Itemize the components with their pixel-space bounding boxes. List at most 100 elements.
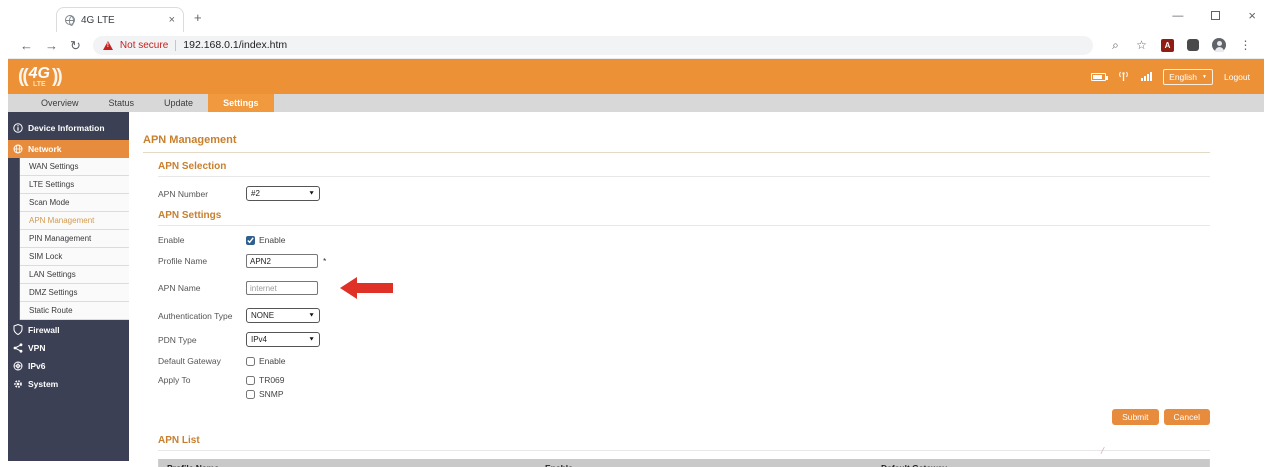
sidebar-item-system[interactable]: System bbox=[8, 375, 129, 393]
chevron-down-icon: ▼ bbox=[308, 336, 315, 343]
sidebar-item-ipv6[interactable]: IPv6 bbox=[8, 357, 129, 375]
bookmark-star-icon[interactable]: ☆ bbox=[1135, 38, 1148, 52]
signal-bars-icon bbox=[1141, 72, 1153, 81]
logout-button[interactable]: Logout bbox=[1224, 72, 1250, 82]
section-divider bbox=[158, 176, 1210, 177]
toolbar-icons: ⌕ ☆ A ⋮ bbox=[1109, 38, 1252, 52]
logo-arc-right: )) bbox=[52, 65, 63, 87]
chevron-down-icon: ▼ bbox=[308, 312, 315, 319]
app-header: (( 4G LTE )) English ▼ Logout bbox=[8, 59, 1264, 94]
chevron-down-icon: ▼ bbox=[308, 190, 315, 197]
shield-icon bbox=[13, 324, 23, 335]
submit-button[interactable]: Submit bbox=[1112, 409, 1159, 425]
tab-title: 4G LTE bbox=[81, 14, 115, 26]
network-icon bbox=[13, 144, 23, 154]
browser-toolbar: ← → ↻ ! Not secure 192.168.0.1/index.htm… bbox=[8, 32, 1264, 59]
sidebar-item-vpn[interactable]: VPN bbox=[8, 339, 129, 357]
forward-icon[interactable]: → bbox=[45, 39, 58, 52]
minimize-button[interactable]: — bbox=[1172, 10, 1183, 22]
pdn-type-label: PDN Type bbox=[158, 334, 197, 345]
not-secure-label[interactable]: Not secure bbox=[120, 40, 168, 51]
tab-overview[interactable]: Overview bbox=[26, 94, 94, 112]
apn-number-label: APN Number bbox=[158, 188, 209, 199]
apn-name-input[interactable] bbox=[246, 281, 318, 295]
sidebar-item-firewall[interactable]: Firewall bbox=[8, 320, 129, 339]
apply-to-snmp-checkbox[interactable] bbox=[246, 389, 255, 399]
col-profile-name: Profile Name bbox=[159, 459, 537, 467]
apn-settings-section: APN Settings Enable Enable Profile Name … bbox=[158, 210, 1210, 399]
close-window-button[interactable]: × bbox=[1248, 8, 1256, 23]
tab-close-icon[interactable]: × bbox=[169, 14, 175, 26]
enable-checkbox[interactable] bbox=[246, 235, 255, 245]
profile-name-input[interactable] bbox=[246, 254, 318, 268]
pdf-extension-icon[interactable]: A bbox=[1161, 38, 1174, 52]
default-gateway-checkbox[interactable] bbox=[246, 356, 255, 366]
apply-to-tr069-checkbox[interactable] bbox=[246, 375, 255, 385]
browser-menu-icon[interactable]: ⋮ bbox=[1239, 38, 1252, 52]
tab-settings[interactable]: Settings bbox=[208, 94, 274, 112]
address-bar[interactable]: ! Not secure 192.168.0.1/index.htm bbox=[92, 35, 1093, 55]
tab-update[interactable]: Update bbox=[149, 94, 208, 112]
sidebar-item-lte-settings[interactable]: LTE Settings bbox=[20, 176, 129, 194]
reload-icon[interactable]: ↻ bbox=[70, 39, 81, 52]
sidebar-item-sim-lock[interactable]: SIM Lock bbox=[20, 248, 129, 266]
url-text[interactable]: 192.168.0.1/index.htm bbox=[183, 39, 287, 51]
gear-icon bbox=[14, 380, 22, 388]
main-content: APN Management APN Selection APN Number … bbox=[129, 112, 1264, 467]
browser-tabstrip: 4G LTE × + — × bbox=[8, 3, 1264, 32]
sidebar-item-scan-mode[interactable]: Scan Mode bbox=[20, 194, 129, 212]
info-icon bbox=[13, 123, 23, 133]
language-select[interactable]: English ▼ bbox=[1163, 68, 1213, 85]
apn-name-label: APN Name bbox=[158, 283, 201, 293]
tab-status[interactable]: Status bbox=[94, 94, 150, 112]
extensions-icon[interactable] bbox=[1187, 39, 1199, 51]
antenna-icon bbox=[1119, 71, 1128, 81]
profile-name-label: Profile Name bbox=[158, 256, 208, 266]
default-gateway-checkbox-label: Enable bbox=[259, 356, 286, 366]
window-controls: — × bbox=[1172, 8, 1256, 23]
sidebar-item-network[interactable]: Network bbox=[8, 140, 129, 158]
section-divider bbox=[158, 450, 1210, 451]
new-tab-button[interactable]: + bbox=[194, 10, 202, 25]
apn-selection-heading: APN Selection bbox=[158, 161, 227, 172]
logo-lte: LTE bbox=[32, 80, 46, 88]
sidebar-item-pin-management[interactable]: PIN Management bbox=[20, 230, 129, 248]
required-asterisk: * bbox=[323, 256, 327, 266]
authentication-type-select[interactable]: NONE ▼ bbox=[246, 308, 320, 323]
browser-window: 4G LTE × + — × ← → ↻ ! Not secure 192.16… bbox=[8, 3, 1264, 467]
default-gateway-label: Default Gateway bbox=[158, 356, 221, 366]
screenshot-root: 4G LTE × + — × ← → ↻ ! Not secure 192.16… bbox=[0, 0, 1272, 467]
url-separator bbox=[175, 39, 177, 51]
form-buttons: Submit Cancel bbox=[143, 409, 1210, 425]
sidebar-item-dmz-settings[interactable]: DMZ Settings bbox=[20, 284, 129, 302]
sidebar-item-static-route[interactable]: Static Route bbox=[20, 302, 129, 320]
profile-avatar[interactable] bbox=[1212, 38, 1226, 52]
battery-icon bbox=[1091, 72, 1109, 81]
pdn-type-select[interactable]: IPv4 ▼ bbox=[246, 332, 320, 347]
apn-list-table: Profile Name Enable Default Gateway APN1… bbox=[158, 459, 1210, 467]
language-value: English bbox=[1169, 71, 1198, 82]
red-pointer-arrow bbox=[340, 277, 393, 299]
favicon-globe-icon bbox=[65, 15, 75, 26]
share-nodes-icon bbox=[13, 343, 23, 353]
cancel-button[interactable]: Cancel bbox=[1163, 409, 1210, 425]
apn-number-select[interactable]: #2 ▼ bbox=[246, 186, 320, 201]
browser-tab[interactable]: 4G LTE × bbox=[56, 7, 184, 32]
apn-settings-heading: APN Settings bbox=[158, 210, 222, 221]
sidebar-item-device-information[interactable]: Device Information bbox=[8, 119, 129, 137]
apn-list-heading: APN List bbox=[158, 435, 200, 446]
sidebar-item-lan-settings[interactable]: LAN Settings bbox=[20, 266, 129, 284]
not-secure-warning-icon: ! bbox=[102, 40, 113, 50]
maximize-button[interactable] bbox=[1211, 11, 1221, 20]
back-icon[interactable]: ← bbox=[20, 39, 33, 52]
zoom-icon[interactable]: ⌕ bbox=[1109, 38, 1122, 52]
sidebar: Device Information Network WAN Settings … bbox=[8, 112, 129, 461]
app-nav-tabs: Overview Status Update Settings bbox=[8, 94, 1264, 112]
page-title: APN Management bbox=[143, 134, 237, 146]
section-divider bbox=[158, 225, 1210, 226]
title-divider bbox=[143, 152, 1210, 153]
sidebar-item-wan-settings[interactable]: WAN Settings bbox=[20, 158, 129, 176]
enable-checkbox-label: Enable bbox=[259, 235, 286, 245]
apply-to-snmp-label: SNMP bbox=[259, 389, 284, 399]
sidebar-item-apn-management[interactable]: APN Management bbox=[20, 212, 129, 230]
